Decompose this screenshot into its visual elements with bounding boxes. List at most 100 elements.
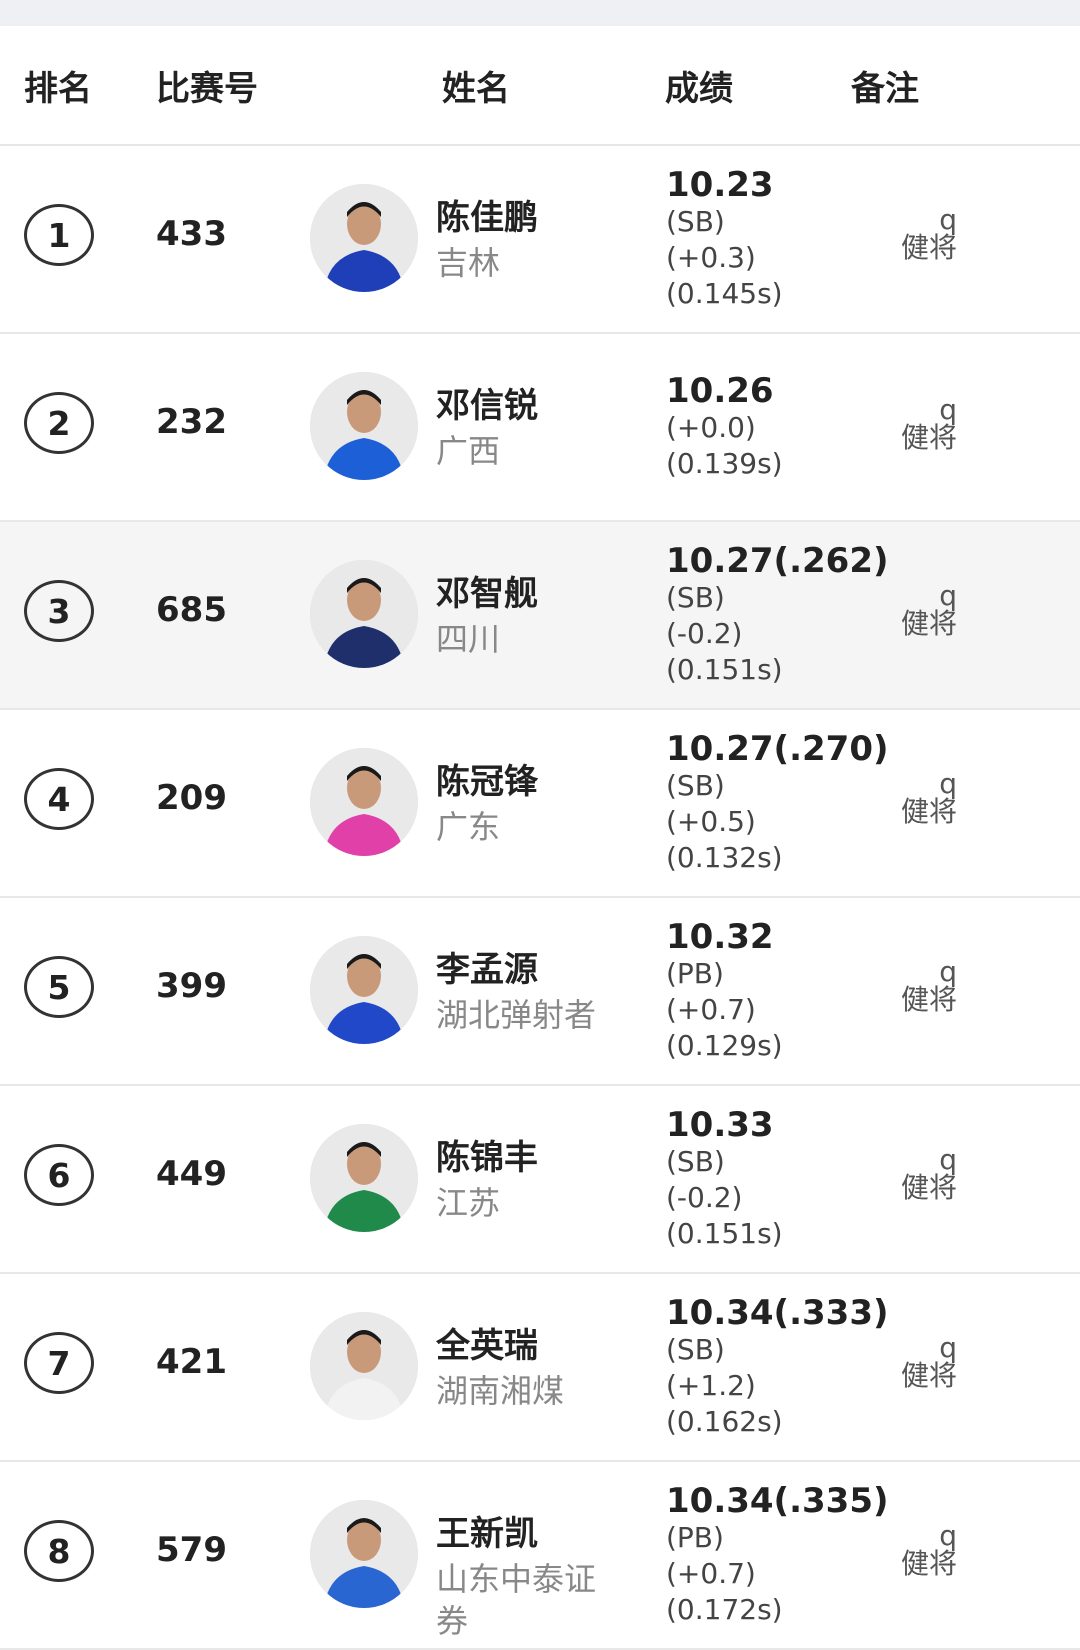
header-bib[interactable]: 比赛号: [156, 61, 258, 110]
rank-badge: 1: [24, 204, 94, 266]
athlete-avatar[interactable]: [310, 372, 418, 480]
rank-badge: 4: [24, 768, 94, 830]
table-row[interactable]: 4 209 陈冠锋 广东 10.27(.270) (SB) (+0.5) (0.13…: [0, 710, 1080, 898]
result-detail-line: (0.172s): [666, 1593, 783, 1626]
result-time: 10.32: [666, 917, 774, 957]
athlete-team: 吉林: [436, 244, 501, 282]
athlete-level: 健将: [900, 231, 957, 264]
athlete-team: 四川: [436, 620, 501, 658]
bib-number: 449: [156, 1154, 227, 1194]
result-time: 10.34(.335): [666, 1481, 889, 1521]
athlete-avatar[interactable]: [310, 560, 418, 668]
result-detail-line: (0.151s): [666, 653, 783, 686]
bib-number: 685: [156, 590, 227, 630]
result-details: (SB) (-0.2) (0.151s): [666, 1144, 783, 1252]
athlete-name[interactable]: 李孟源: [436, 942, 538, 991]
result-time: 10.27(.270): [666, 729, 889, 769]
result-time: 10.23: [666, 165, 774, 205]
athlete-name[interactable]: 陈冠锋: [436, 754, 538, 803]
result-detail-line: (0.132s): [666, 841, 783, 874]
note-cell: q 健将: [897, 579, 957, 640]
qualifier-mark: q: [939, 579, 957, 612]
athlete-name[interactable]: 邓智舰: [436, 566, 538, 615]
result-detail-line: (PB): [666, 1521, 724, 1554]
result-block: 10.32 (PB) (+0.7) (0.129s): [666, 918, 783, 1064]
athlete-name[interactable]: 邓信锐: [436, 378, 538, 427]
table-row[interactable]: 1 433 陈佳鹏 吉林 10.23 (SB) (+0.3) (0.145s) q …: [0, 146, 1080, 334]
result-detail-line: (0.162s): [666, 1405, 783, 1438]
result-details: (SB) (+0.3) (0.145s): [666, 204, 783, 312]
result-detail-line: (SB): [666, 1145, 725, 1178]
qualifier-mark: q: [939, 767, 957, 800]
result-block: 10.34(.335) (PB) (+0.7) (0.172s): [666, 1482, 889, 1628]
bib-number: 232: [156, 402, 227, 442]
result-detail-line: (0.139s): [666, 447, 783, 480]
header-note[interactable]: 备注: [851, 61, 919, 110]
result-block: 10.26 (+0.0) (0.139s): [666, 372, 783, 482]
bib-number: 579: [156, 1530, 227, 1570]
athlete-team: 湖南湘煤: [436, 1372, 565, 1410]
result-details: (SB) (-0.2) (0.151s): [666, 580, 889, 688]
result-detail-line: (PB): [666, 957, 724, 990]
result-details: (SB) (+0.5) (0.132s): [666, 768, 889, 876]
note-cell: q 健将: [897, 767, 957, 828]
result-detail-line: (+0.7): [666, 1557, 756, 1590]
result-detail-line: (SB): [666, 205, 725, 238]
athlete-level: 健将: [900, 421, 957, 454]
table-row[interactable]: 6 449 陈锦丰 江苏 10.33 (SB) (-0.2) (0.151s) q …: [0, 1086, 1080, 1274]
athlete-name[interactable]: 陈锦丰: [436, 1130, 538, 1179]
athlete-team: 湖北弹射者: [436, 996, 597, 1034]
rank-badge: 7: [24, 1332, 94, 1394]
header-score[interactable]: 成绩: [665, 61, 733, 110]
table-row[interactable]: 8 579 王新凯 山东中泰证券 10.34(.335) (PB) (+0.7)(…: [0, 1462, 1080, 1650]
result-detail-line: (+1.2): [666, 1369, 756, 1402]
athlete-avatar[interactable]: [310, 1500, 418, 1608]
qualifier-mark: q: [939, 1143, 957, 1176]
bib-number: 433: [156, 214, 227, 254]
table-row[interactable]: 5 399 李孟源 湖北弹射者 10.32 (PB) (+0.7) (0.129s)…: [0, 898, 1080, 1086]
athlete-level: 健将: [900, 795, 957, 828]
athlete-photo-icon: [310, 1312, 418, 1420]
header-rank[interactable]: 排名: [24, 61, 92, 110]
athlete-team: 广西: [436, 432, 501, 470]
result-details: (PB) (+0.7) (0.129s): [666, 956, 783, 1064]
result-detail-line: (SB): [666, 581, 725, 614]
bib-number: 209: [156, 778, 227, 818]
athlete-photo-icon: [310, 1500, 418, 1608]
result-detail-line: (-0.2): [666, 1181, 743, 1214]
athlete-avatar[interactable]: [310, 1312, 418, 1420]
athlete-avatar[interactable]: [310, 184, 418, 292]
result-block: 10.23 (SB) (+0.3) (0.145s): [666, 166, 783, 312]
rank-badge: 6: [24, 1144, 94, 1206]
qualifier-mark: q: [939, 1331, 957, 1364]
athlete-photo-icon: [310, 748, 418, 856]
table-row[interactable]: 7 421 全英瑞 湖南湘煤 10.34(.333) (SB) (+1.2) (0.…: [0, 1274, 1080, 1462]
result-time: 10.26: [666, 371, 774, 411]
qualifier-mark: q: [939, 393, 957, 426]
athlete-avatar[interactable]: [310, 1124, 418, 1232]
result-detail-line: (SB): [666, 769, 725, 802]
athlete-avatar[interactable]: [310, 936, 418, 1044]
result-detail-line: (0.129s): [666, 1029, 783, 1062]
rank-badge: 8: [24, 1520, 94, 1582]
athlete-name[interactable]: 王新凯: [436, 1506, 538, 1555]
qualifier-mark: q: [939, 955, 957, 988]
athlete-name[interactable]: 陈佳鹏: [436, 190, 538, 239]
top-strip: [0, 0, 1080, 26]
athlete-level: 健将: [900, 1547, 957, 1580]
table-header: 排名 比赛号 姓名 成绩 备注: [0, 26, 1080, 146]
header-name[interactable]: 姓名: [442, 61, 510, 110]
note-cell: q 健将: [897, 393, 957, 454]
athlete-team: 江苏: [436, 1184, 501, 1222]
athlete-level: 健将: [900, 1171, 957, 1204]
rank-badge: 3: [24, 580, 94, 642]
athlete-level: 健将: [900, 1359, 957, 1392]
qualifier-mark: q: [939, 1519, 957, 1552]
table-row[interactable]: 2 232 邓信锐 广西 10.26 (+0.0) (0.139s) q 健将: [0, 334, 1080, 522]
result-details: (PB) (+0.7) (0.172s): [666, 1520, 889, 1628]
athlete-name[interactable]: 全英瑞: [436, 1318, 538, 1367]
bib-number: 421: [156, 1342, 227, 1382]
table-row[interactable]: 3 685 邓智舰 四川 10.27(.262) (SB) (-0.2) (0.15…: [0, 522, 1080, 710]
results-list: 1 433 陈佳鹏 吉林 10.23 (SB) (+0.3) (0.145s) q …: [0, 146, 1080, 1650]
athlete-avatar[interactable]: [310, 748, 418, 856]
